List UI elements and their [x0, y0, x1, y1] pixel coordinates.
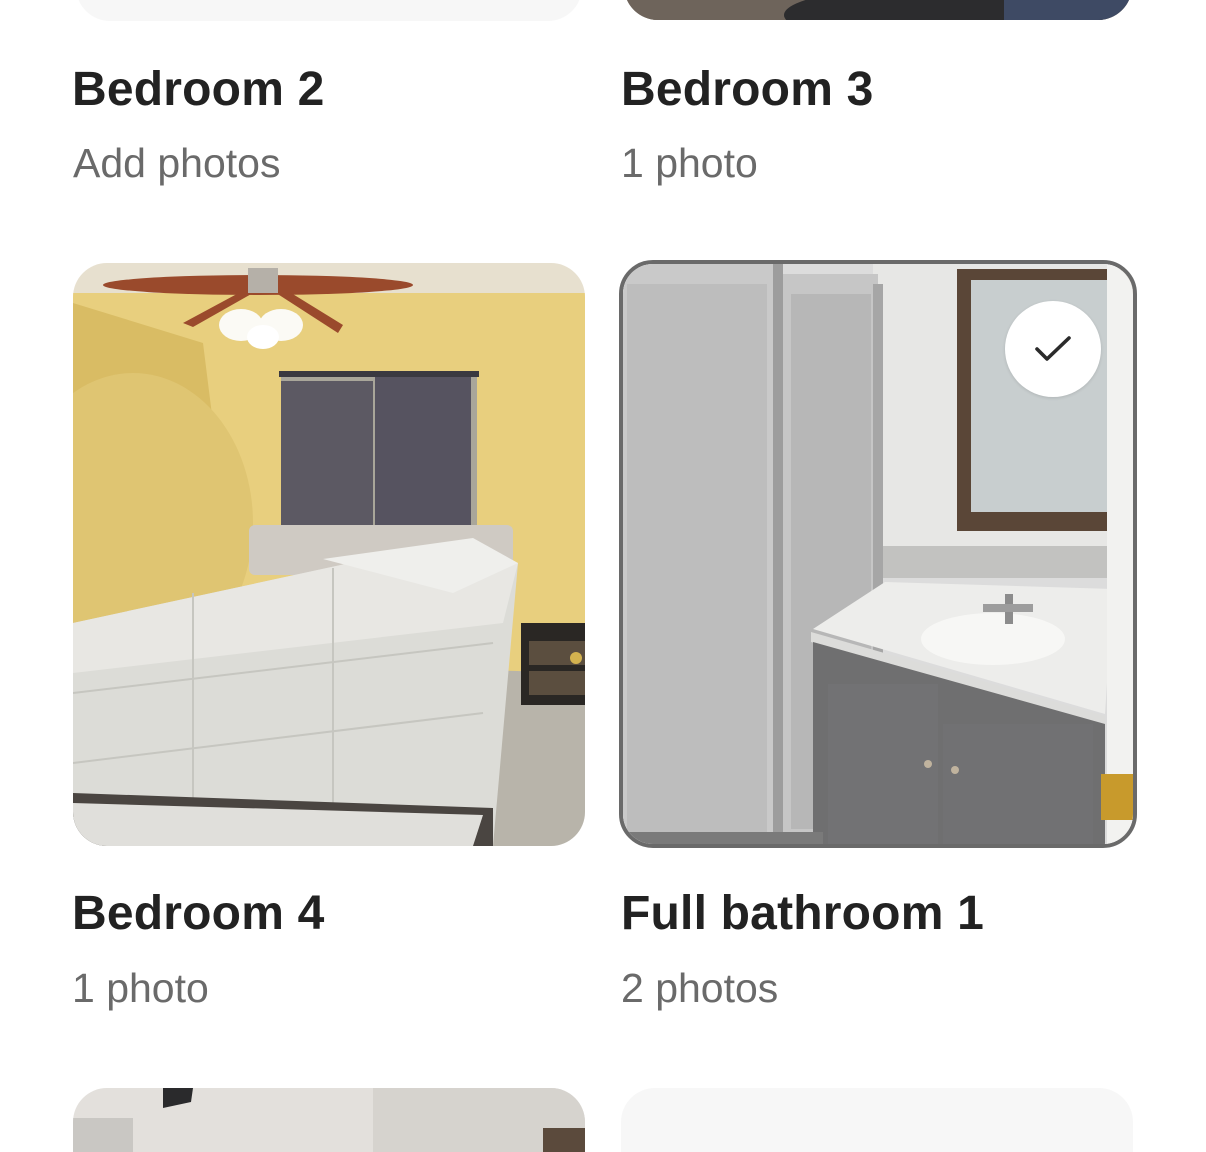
bedroom-4-photo[interactable] — [73, 263, 585, 846]
card-title-full-bathroom-1: Full bathroom 1 — [621, 887, 984, 940]
bedroom-2-placeholder[interactable] — [76, 0, 582, 21]
card-title-bedroom-2: Bedroom 2 — [72, 63, 325, 116]
room-photo-grid: Bedroom 2 Add photos Bedroom 3 1 photo B… — [0, 0, 1206, 1152]
check-icon — [1035, 336, 1071, 361]
bedroom-image — [73, 263, 585, 846]
selected-badge[interactable] — [1005, 301, 1101, 397]
full-bathroom-1-photo[interactable] — [619, 260, 1137, 848]
card-subtitle-bedroom-4: 1 photo — [72, 965, 209, 1011]
bedroom-3-photo[interactable] — [624, 0, 1132, 20]
card-title-bedroom-3: Bedroom 3 — [621, 63, 874, 116]
card-subtitle-full-bathroom-1: 2 photos — [621, 965, 779, 1011]
next-room-photo[interactable] — [73, 1088, 585, 1152]
card-subtitle-bedroom-2: Add photos — [73, 140, 281, 186]
next-room-placeholder[interactable] — [621, 1088, 1133, 1152]
card-subtitle-bedroom-3: 1 photo — [621, 140, 758, 186]
card-title-bedroom-4: Bedroom 4 — [72, 887, 325, 940]
